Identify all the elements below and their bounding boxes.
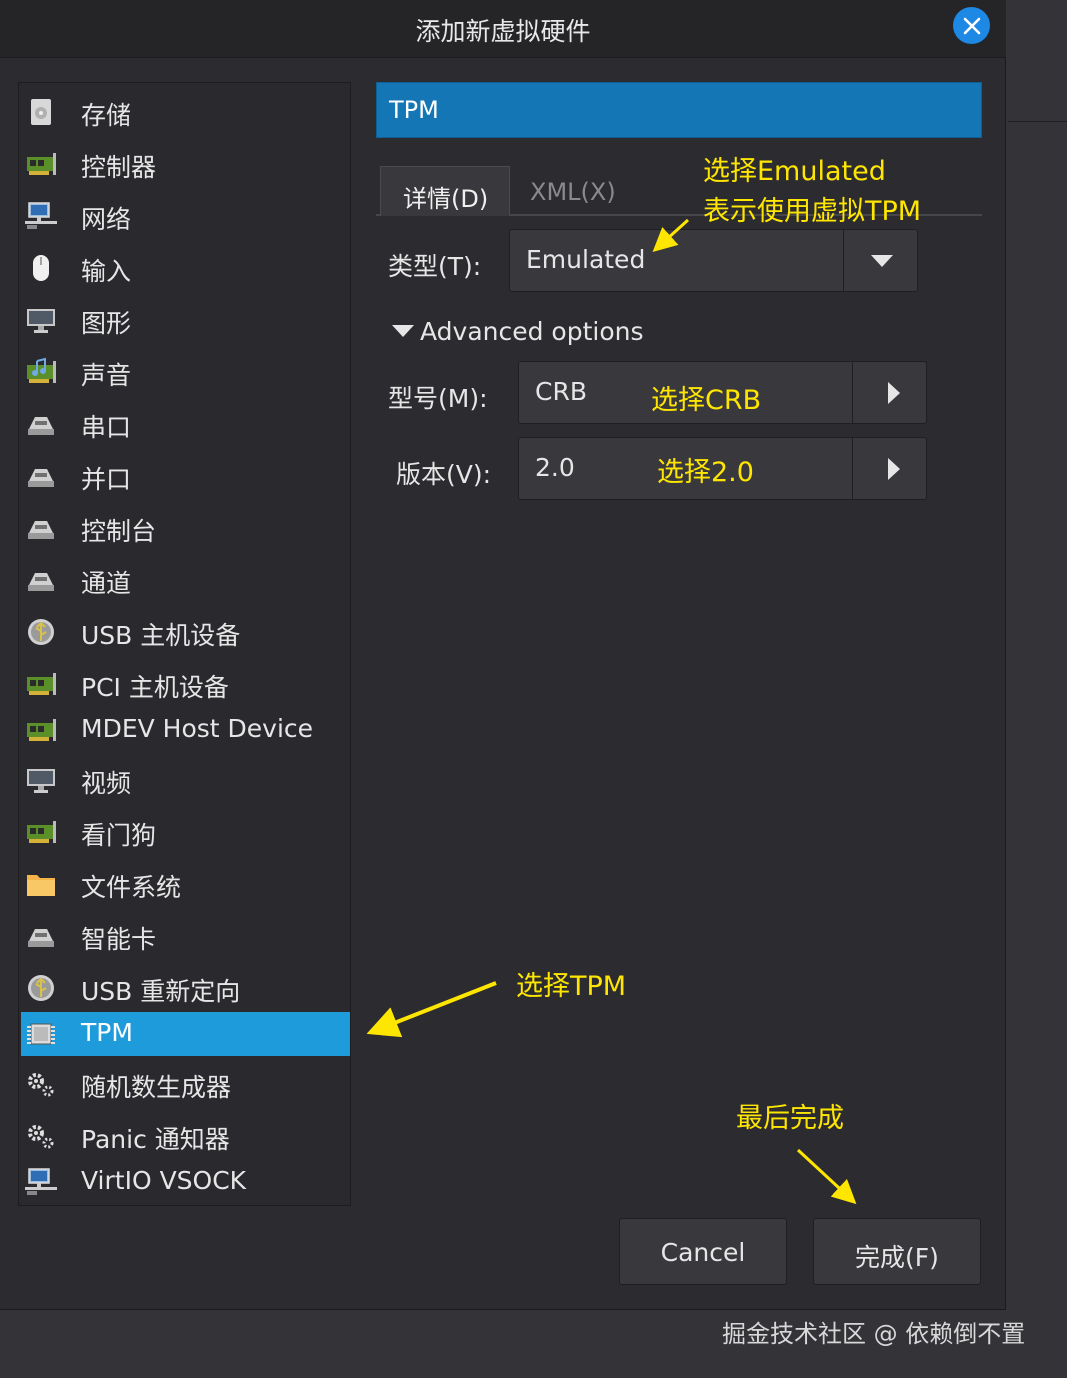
arrow-to-finish [796, 1148, 857, 1205]
watermark: 掘金技术社区 @ 依赖倒不置 [722, 1320, 1026, 1348]
annotation-arrows [366, 218, 857, 1205]
arrow-to-tpm [366, 981, 497, 1038]
arrow-to-type [652, 218, 690, 253]
